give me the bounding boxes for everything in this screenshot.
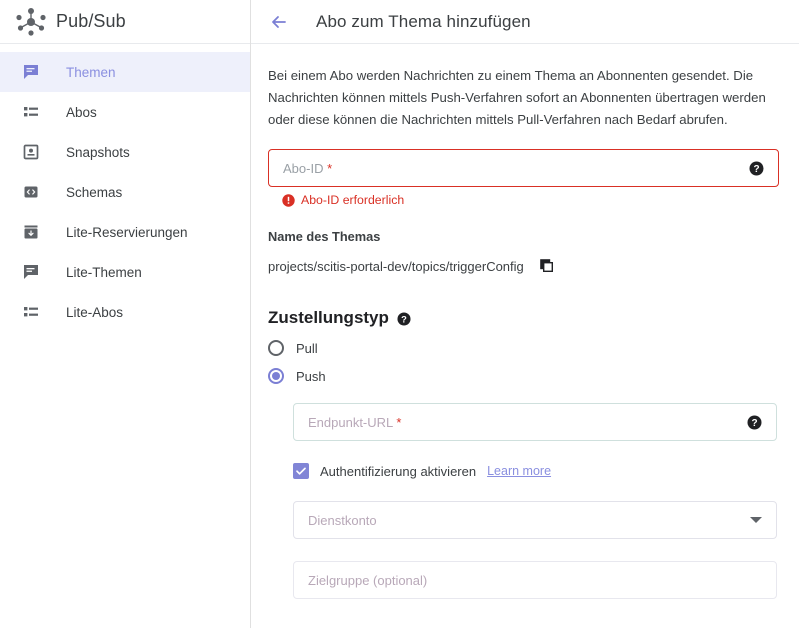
list-icon <box>22 303 40 321</box>
svg-text:?: ? <box>751 418 757 429</box>
topic-row: projects/scitis-portal-dev/topics/trigge… <box>268 258 789 274</box>
list-icon <box>22 103 40 121</box>
sidebar-item-schemas[interactable]: Schemas <box>0 172 250 212</box>
auth-checkbox-label: Authentifizierung aktivieren <box>320 463 477 479</box>
abo-id-placeholder: Abo-ID * <box>283 161 749 176</box>
message-icon <box>22 63 40 81</box>
endpoint-url-placeholder: Endpunkt-URL * <box>308 415 747 430</box>
sidebar-nav: Themen Abos Snapshots Schemas Lite-Reser… <box>0 44 250 332</box>
intro-text: Bei einem Abo werden Nachrichten zu eine… <box>268 68 766 127</box>
sidebar-item-label: Lite-Abos <box>66 304 124 320</box>
push-subform: Endpunkt-URL * ? Authentifizierung aktiv… <box>293 403 777 599</box>
abo-id-input[interactable]: Abo-ID * ? <box>268 149 779 187</box>
sidebar-item-label: Schemas <box>66 184 123 200</box>
sidebar-item-label: Snapshots <box>66 144 130 160</box>
copy-icon[interactable] <box>539 258 555 274</box>
checkmark-icon <box>296 467 306 475</box>
auth-checkbox-row: Authentifizierung aktivieren Learn more <box>293 463 777 479</box>
radio-pull-label: Pull <box>296 340 318 356</box>
topic-section-label: Name des Themas <box>268 229 381 244</box>
help-circle-icon[interactable]: ? <box>749 161 764 176</box>
service-account-value: Dienstkonto <box>308 512 377 528</box>
sidebar-item-lite-abos[interactable]: Lite-Abos <box>0 292 250 332</box>
learn-more-link[interactable]: Learn more <box>487 464 551 478</box>
svg-text:?: ? <box>401 314 407 324</box>
sidebar-item-lite-themen[interactable]: Lite-Themen <box>0 252 250 292</box>
delivery-type-heading: Zustellungstyp ? <box>268 308 789 328</box>
sidebar-item-snapshots[interactable]: Snapshots <box>0 132 250 172</box>
auth-checkbox[interactable] <box>293 463 309 479</box>
endpoint-url-input[interactable]: Endpunkt-URL * ? <box>293 403 777 441</box>
endpoint-url-field-group: Endpunkt-URL * ? <box>293 403 777 441</box>
abo-id-placeholder-text: Abo-ID <box>283 160 324 176</box>
radio-pull-indicator[interactable] <box>268 340 284 356</box>
delivery-type-heading-text: Zustellungstyp <box>268 308 389 327</box>
app-root: Pub/Sub Themen Abos Snapshots Schemas Li… <box>0 0 799 628</box>
radio-push-label: Push <box>296 368 326 384</box>
snapshot-icon <box>22 143 40 161</box>
sidebar-item-abos[interactable]: Abos <box>0 92 250 132</box>
radio-push-indicator[interactable] <box>268 368 284 384</box>
form-content: Bei einem Abo werden Nachrichten zu eine… <box>251 65 799 599</box>
required-marker: * <box>327 160 333 176</box>
svg-text:?: ? <box>753 164 759 175</box>
audience-placeholder: Zielgruppe (optional) <box>308 572 428 588</box>
sidebar-item-label: Themen <box>66 64 116 80</box>
chevron-down-icon[interactable] <box>750 517 762 523</box>
audience-input[interactable]: Zielgruppe (optional) <box>293 561 777 599</box>
help-circle-icon[interactable]: ? <box>747 415 762 430</box>
sidebar-item-themen[interactable]: Themen <box>0 52 250 92</box>
product-title: Pub/Sub <box>56 11 126 31</box>
endpoint-url-placeholder-text: Endpunkt-URL <box>308 414 393 430</box>
arrow-left-icon[interactable] <box>263 6 295 38</box>
required-marker: * <box>396 414 402 430</box>
pubsub-hub-spoke-icon <box>14 7 48 37</box>
sidebar-item-label: Lite-Reservierungen <box>66 224 188 240</box>
code-brackets-icon <box>22 183 40 201</box>
abo-id-error: Abo-ID erforderlich <box>282 193 779 207</box>
main-panel: Abo zum Thema hinzufügen Bei einem Abo w… <box>251 0 799 628</box>
radio-option-push[interactable]: Push <box>268 368 789 384</box>
topic-name: projects/scitis-portal-dev/topics/trigge… <box>268 258 524 274</box>
archive-icon <box>22 223 40 241</box>
error-circle-icon <box>282 193 295 207</box>
sidebar-item-label: Abos <box>66 104 97 120</box>
radio-option-pull[interactable]: Pull <box>268 340 789 356</box>
main-header: Abo zum Thema hinzufügen <box>251 0 799 44</box>
service-account-select[interactable]: Dienstkonto <box>293 501 777 539</box>
sidebar-header: Pub/Sub <box>0 0 250 44</box>
abo-id-field-group: Abo-ID * ? Abo-ID erforderlich <box>268 149 779 207</box>
sidebar-item-lite-reservierungen[interactable]: Lite-Reservierungen <box>0 212 250 252</box>
message-icon <box>22 263 40 281</box>
sidebar-item-label: Lite-Themen <box>66 264 142 280</box>
error-message: Abo-ID erforderlich <box>301 193 405 207</box>
sidebar: Pub/Sub Themen Abos Snapshots Schemas Li… <box>0 0 251 628</box>
page-title: Abo zum Thema hinzufügen <box>316 11 531 31</box>
help-circle-icon[interactable]: ? <box>397 311 411 326</box>
